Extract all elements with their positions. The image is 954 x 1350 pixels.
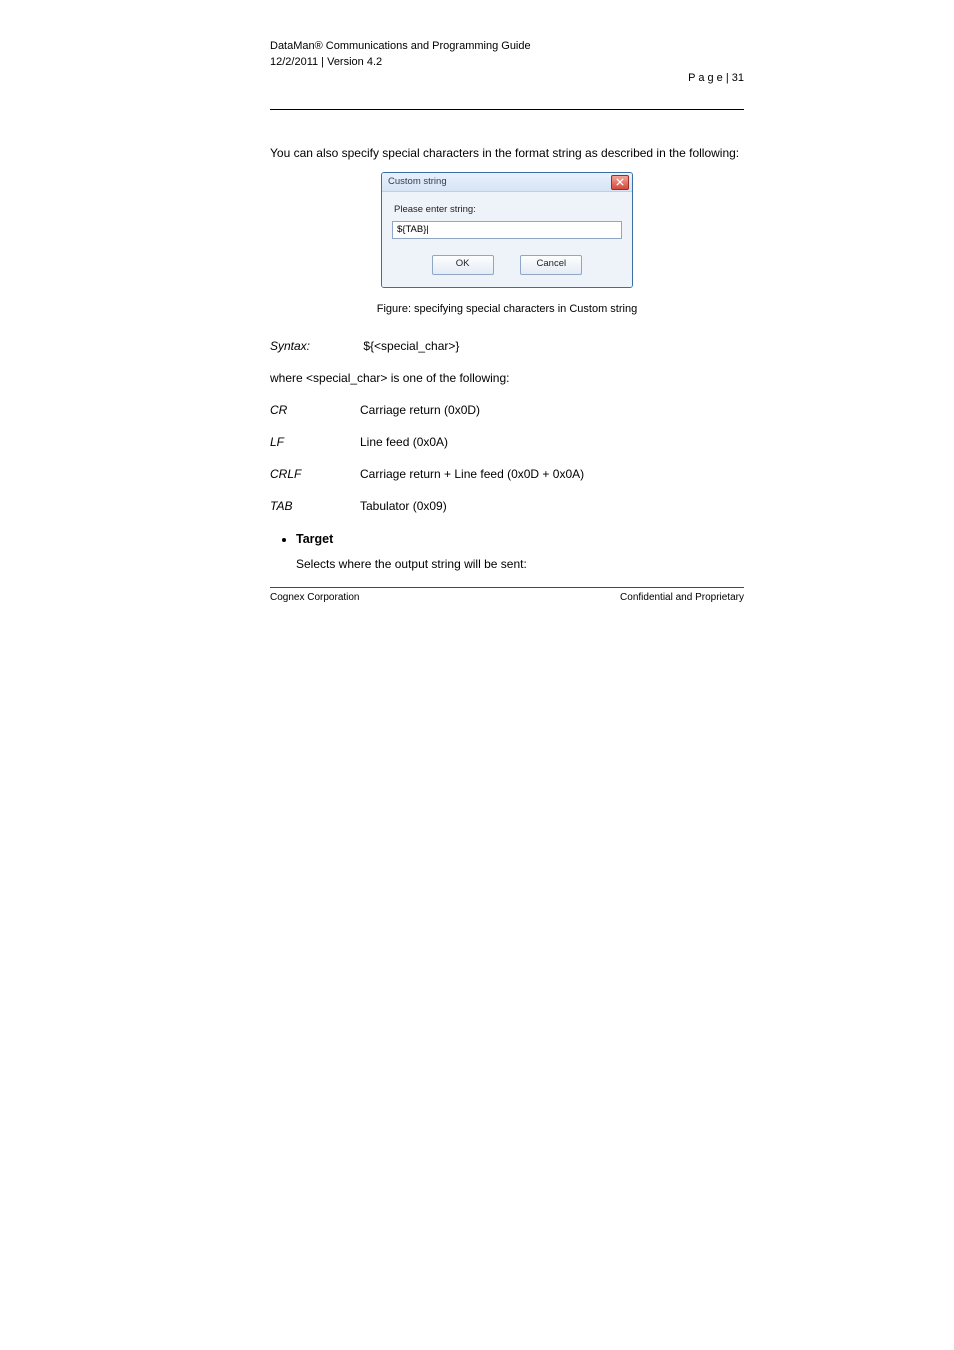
- token-crlf: CRLFCarriage return + Line feed (0x0D + …: [270, 465, 744, 483]
- custom-string-dialog: Custom string Please enter string: OK Ca…: [381, 172, 633, 288]
- header-product: DataMan® Communications and Programming …: [270, 40, 744, 52]
- ok-button[interactable]: OK: [432, 255, 494, 275]
- dialog-prompt: Please enter string:: [394, 204, 622, 215]
- figure-caption: Figure: specifying special characters in…: [270, 303, 744, 315]
- syntax-label: Syntax:: [270, 337, 360, 355]
- cancel-button[interactable]: Cancel: [520, 255, 582, 275]
- footer-company: Cognex Corporation: [270, 592, 360, 603]
- bullet-target: Target: [296, 529, 744, 549]
- token-lf: LFLine feed (0x0A): [270, 433, 744, 451]
- footer-rule: [270, 587, 744, 588]
- syntax-line: Syntax: ${<special_char>}: [270, 337, 744, 355]
- bullet-target-desc: Selects where the output string will be …: [296, 555, 744, 573]
- footer-confidential: Confidential and Proprietary: [620, 592, 744, 603]
- special-intro: where <special_char> is one of the follo…: [270, 369, 744, 387]
- syntax-value: ${<special_char>}: [360, 339, 459, 353]
- header-rule: [270, 109, 744, 110]
- string-input[interactable]: [392, 221, 622, 239]
- header-pagenum: P a g e | 31: [270, 72, 744, 84]
- intro-paragraph: You can also specify special characters …: [270, 145, 744, 162]
- dialog-titlebar: Custom string: [382, 173, 632, 192]
- close-icon[interactable]: [611, 175, 629, 190]
- token-tab: TABTabulator (0x09): [270, 497, 744, 515]
- dialog-title-text: Custom string: [388, 176, 447, 187]
- dialog-figure: Custom string Please enter string: OK Ca…: [270, 172, 744, 291]
- header-date: 12/2/2011 | Version 4.2: [270, 56, 744, 68]
- footer: Cognex Corporation Confidential and Prop…: [270, 592, 744, 603]
- token-cr: CRCarriage return (0x0D): [270, 401, 744, 419]
